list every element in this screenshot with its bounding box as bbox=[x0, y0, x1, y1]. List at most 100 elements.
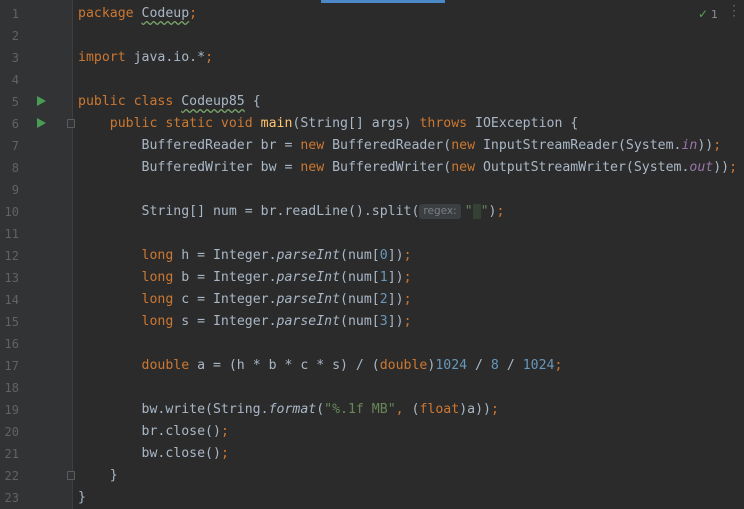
problems-count: 1 bbox=[711, 8, 718, 21]
line-number: 17 bbox=[4, 359, 19, 373]
static-method: parseInt bbox=[276, 314, 341, 329]
code-text: BufferedReader br = bbox=[141, 138, 301, 153]
line-number: 22 bbox=[4, 469, 19, 483]
run-main-icon[interactable] bbox=[37, 118, 46, 128]
params: (String[] args) bbox=[292, 116, 412, 131]
class-name: Codeup85 bbox=[181, 94, 245, 109]
code-text: a = (h * b * c * s) / ( bbox=[189, 358, 380, 373]
code-text: (num[ bbox=[340, 314, 380, 329]
code-text: OutputStreamWriter(System. bbox=[475, 160, 690, 175]
code-line-19[interactable]: bw.write(String.format("%.1f MB", (float… bbox=[78, 399, 499, 421]
line-number: 1 bbox=[11, 7, 19, 21]
code-text: br.close() bbox=[141, 424, 221, 439]
more-options-icon[interactable]: · · · bbox=[732, 0, 736, 22]
line-number: 6 bbox=[11, 117, 19, 131]
brace: } bbox=[78, 490, 86, 505]
line-number: 7 bbox=[11, 139, 19, 153]
static-field: out bbox=[689, 160, 714, 175]
line-number: 10 bbox=[4, 205, 19, 219]
keyword: new bbox=[451, 138, 476, 153]
code-text: ]) bbox=[387, 292, 404, 307]
line-number: 5 bbox=[11, 95, 19, 109]
code-text: s = Integer. bbox=[173, 314, 277, 329]
fold-method-icon[interactable] bbox=[67, 119, 75, 128]
keyword: long bbox=[141, 292, 174, 307]
line-number: 13 bbox=[4, 271, 19, 285]
semicolon: ; bbox=[189, 6, 198, 21]
code-line-1[interactable]: package Codeup; bbox=[78, 3, 197, 25]
code-line-22[interactable]: } bbox=[78, 465, 118, 487]
line-number: 18 bbox=[4, 381, 19, 395]
code-text: bw.write(String. bbox=[141, 402, 269, 417]
semicolon: ; bbox=[403, 314, 412, 329]
keyword: new bbox=[300, 138, 325, 153]
code-line-21[interactable]: bw.close(); bbox=[78, 443, 229, 465]
number: 2 bbox=[379, 292, 388, 307]
code-line-17[interactable]: double a = (h * b * c * s) / (double)102… bbox=[78, 355, 563, 377]
keyword: double bbox=[141, 358, 190, 373]
package-name: Codeup bbox=[141, 6, 190, 21]
semicolon: ; bbox=[490, 402, 499, 417]
code-line-23[interactable]: } bbox=[78, 487, 86, 509]
code-line-3[interactable]: import java.io.*; bbox=[78, 47, 213, 69]
semicolon: ; bbox=[554, 358, 563, 373]
code-text: )) bbox=[697, 138, 714, 153]
code-text: BufferedWriter bw = bbox=[141, 160, 301, 175]
code-line-8[interactable]: BufferedWriter bw = new BufferedWriter(n… bbox=[78, 157, 738, 179]
line-number: 19 bbox=[4, 403, 19, 417]
keyword: import bbox=[78, 50, 126, 65]
code-line-14[interactable]: long c = Integer.parseInt(num[2]); bbox=[78, 289, 412, 311]
fold-end-icon[interactable] bbox=[67, 471, 75, 480]
string bbox=[472, 204, 481, 219]
inspection-status[interactable]: ✓ 1 bbox=[698, 7, 718, 21]
code-text: ( bbox=[316, 402, 325, 417]
code-line-7[interactable]: BufferedReader br = new BufferedReader(n… bbox=[78, 135, 722, 157]
brace: } bbox=[109, 468, 118, 483]
code-text: ]) bbox=[387, 270, 404, 285]
code-text: (num[ bbox=[340, 270, 380, 285]
code-line-5[interactable]: public class Codeup85 { bbox=[78, 91, 261, 113]
code-line-13[interactable]: long b = Integer.parseInt(num[1]); bbox=[78, 267, 412, 289]
semicolon: ; bbox=[496, 204, 505, 219]
line-number: 21 bbox=[4, 447, 19, 461]
number: 1024 bbox=[435, 358, 468, 373]
code-line-12[interactable]: long h = Integer.parseInt(num[0]); bbox=[78, 245, 412, 267]
line-number: 20 bbox=[4, 425, 19, 439]
line-number: 3 bbox=[11, 51, 19, 65]
line-number: 8 bbox=[11, 161, 19, 175]
code-text: bw.close() bbox=[141, 446, 221, 461]
string: " bbox=[480, 204, 489, 219]
static-method: parseInt bbox=[276, 270, 341, 285]
keyword: public static void bbox=[109, 116, 253, 131]
code-text: InputStreamReader(System. bbox=[475, 138, 682, 153]
number: 0 bbox=[379, 248, 388, 263]
keyword: long bbox=[141, 248, 174, 263]
static-method: format bbox=[268, 402, 317, 417]
code-text: (num[ bbox=[340, 292, 380, 307]
code-line-20[interactable]: br.close(); bbox=[78, 421, 229, 443]
semicolon: ; bbox=[403, 292, 412, 307]
semicolon: ; bbox=[729, 160, 738, 175]
method-name: main bbox=[260, 116, 293, 131]
code-line-10[interactable]: String[] num = br.readLine().split(regex… bbox=[78, 201, 504, 223]
code-text: BufferedReader( bbox=[324, 138, 452, 153]
line-number: 9 bbox=[11, 183, 19, 197]
operator: / bbox=[498, 358, 523, 373]
keyword: new bbox=[451, 160, 476, 175]
keyword: throws bbox=[419, 116, 468, 131]
code-line-6[interactable]: public static void main(String[] args) t… bbox=[78, 113, 579, 135]
semicolon: ; bbox=[713, 138, 722, 153]
line-number: 23 bbox=[4, 491, 19, 505]
static-method: parseInt bbox=[276, 248, 341, 263]
code-line-15[interactable]: long s = Integer.parseInt(num[3]); bbox=[78, 311, 412, 333]
code-text: String[] num = br.readLine().split( bbox=[141, 204, 420, 219]
keyword: package bbox=[78, 6, 134, 21]
line-number: 12 bbox=[4, 249, 19, 263]
operator: / bbox=[467, 358, 491, 373]
line-number: 2 bbox=[11, 29, 19, 43]
parameter-hint: regex: bbox=[419, 204, 461, 219]
number: 3 bbox=[379, 314, 388, 329]
run-class-icon[interactable] bbox=[37, 96, 46, 106]
code-text: )) bbox=[713, 160, 730, 175]
exception: IOException { bbox=[475, 116, 579, 131]
